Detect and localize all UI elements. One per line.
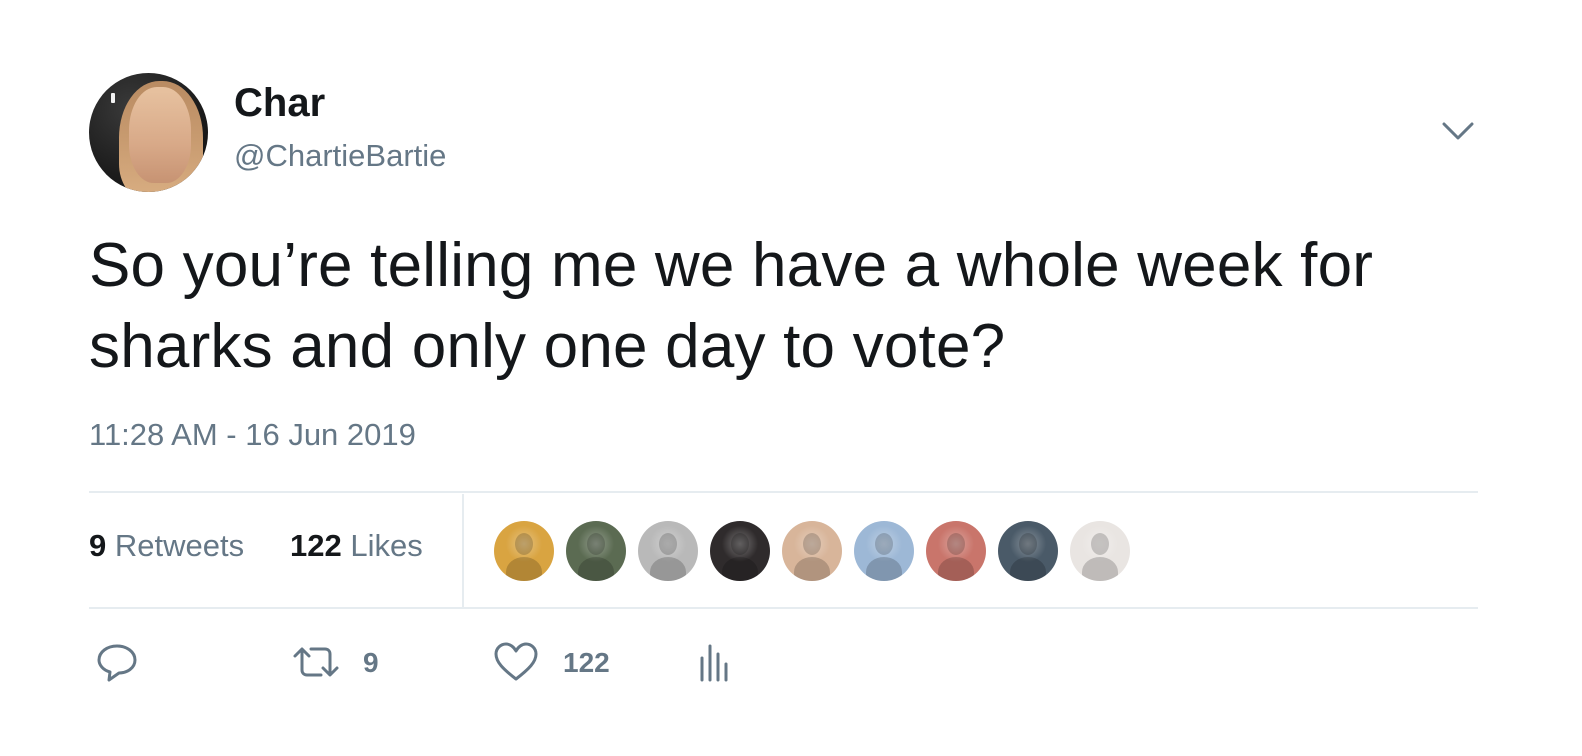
analytics-icon <box>700 644 728 682</box>
likes-stat[interactable]: 122 Likes <box>290 528 423 564</box>
analytics-button[interactable] <box>695 640 735 688</box>
divider-top <box>89 491 1478 493</box>
liker-body-shape <box>866 557 902 581</box>
likes-count: 122 <box>290 528 342 563</box>
liker-body-shape <box>578 557 614 581</box>
liker-body-shape <box>1082 557 1118 581</box>
heart-icon <box>494 642 538 681</box>
tweet-card: Char @ChartieBartie So you’re telling me… <box>0 0 1582 756</box>
retweet-icon <box>293 647 339 677</box>
liker-head-shape <box>731 533 749 555</box>
author-avatar[interactable] <box>89 73 208 192</box>
liker-head-shape <box>515 533 533 555</box>
author-display-name[interactable]: Char <box>234 80 325 126</box>
liker-body-shape <box>794 557 830 581</box>
reply-button[interactable] <box>95 640 143 688</box>
liker-head-shape <box>587 533 605 555</box>
liker-body-shape <box>722 557 758 581</box>
tweet-text: So you’re telling me we have a whole wee… <box>89 231 1374 381</box>
avatar-face <box>129 87 191 183</box>
tweet-actions: 9 122 <box>89 630 989 700</box>
liker-head-shape <box>947 533 965 555</box>
liker-head-shape <box>1019 533 1037 555</box>
liker-avatar-6[interactable] <box>854 521 914 581</box>
retweet-action-count: 9 <box>363 647 379 678</box>
avatar-background-light <box>111 93 115 103</box>
retweet-button[interactable]: 9 <box>291 640 411 688</box>
liker-avatar-7[interactable] <box>926 521 986 581</box>
liker-head-shape <box>659 533 677 555</box>
liker-head-shape <box>875 533 893 555</box>
retweets-label: Retweets <box>114 528 245 563</box>
liker-avatar-3[interactable] <box>638 521 698 581</box>
chevron-down-icon[interactable] <box>1440 118 1476 144</box>
liker-body-shape <box>506 557 542 581</box>
retweets-stat[interactable]: 9 Retweets <box>89 528 244 564</box>
stats-separator <box>462 494 464 608</box>
liker-body-shape <box>938 557 974 581</box>
liker-body-shape <box>650 557 686 581</box>
liker-head-shape <box>803 533 821 555</box>
like-button[interactable]: 122 <box>493 640 633 688</box>
liker-head-shape <box>1091 533 1109 555</box>
divider-bottom <box>89 607 1478 609</box>
liker-avatar-8[interactable] <box>998 521 1058 581</box>
liker-avatar-5[interactable] <box>782 521 842 581</box>
reply-icon <box>97 644 137 682</box>
liker-avatar-4[interactable] <box>710 521 770 581</box>
liker-avatar-2[interactable] <box>566 521 626 581</box>
tweet-timestamp[interactable]: 11:28 AM - 16 Jun 2019 <box>89 417 416 453</box>
tweet-stats: 9 Retweets 122 Likes <box>89 494 1478 608</box>
liker-avatar-1[interactable] <box>494 521 554 581</box>
likes-label: Likes <box>350 528 423 563</box>
like-action-count: 122 <box>563 647 610 678</box>
liker-avatar-9[interactable] <box>1070 521 1130 581</box>
author-handle[interactable]: @ChartieBartie <box>234 138 446 174</box>
liker-body-shape <box>1010 557 1046 581</box>
retweets-count: 9 <box>89 528 107 563</box>
